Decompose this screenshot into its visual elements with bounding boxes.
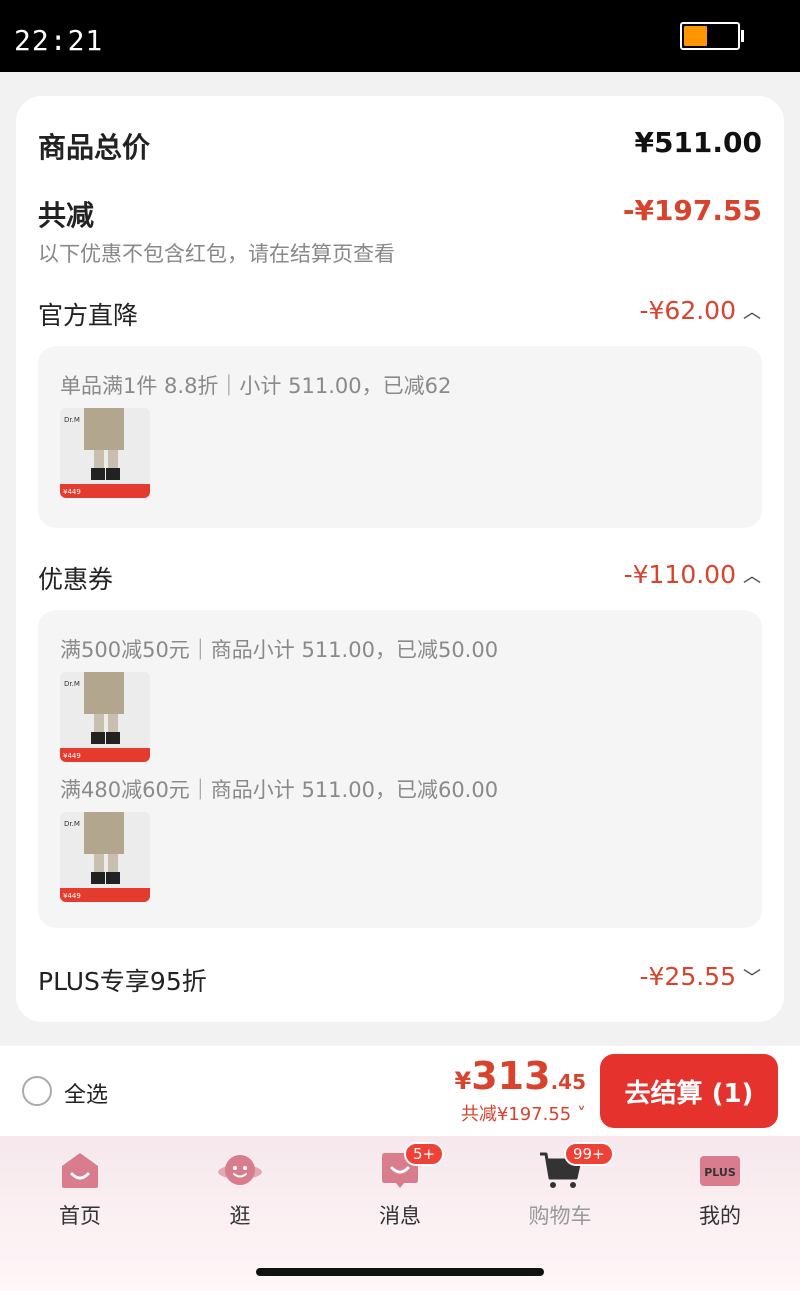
chevron-down-icon: ˅: [571, 1104, 586, 1125]
battery-cap: [741, 30, 744, 42]
total-reduce-label: 共减: [38, 199, 95, 232]
product-image: Dr.M ¥449: [60, 812, 150, 902]
plus-discount-toggle[interactable]: -¥25.55 ﹀: [640, 962, 763, 991]
discount-note: 以下优惠不包含红包，请在结算页查看: [38, 242, 395, 266]
total-reduce-value: -¥197.55: [622, 194, 762, 227]
saved-amount-toggle[interactable]: 共减¥197.55 ˅: [461, 1100, 586, 1126]
coupon-panel: 满500减50元｜商品小计 511.00，已减50.00 Dr.M ¥449 满…: [38, 610, 762, 928]
home-icon: [58, 1150, 102, 1190]
coupon-detail-1: 满500减50元｜商品小计 511.00，已减50.00: [60, 638, 499, 662]
tab-label: 首页: [59, 1204, 101, 1228]
checkout-button[interactable]: 去结算 (1): [600, 1054, 778, 1128]
battery-level: [684, 26, 707, 46]
tab-profile[interactable]: PLUS 我的: [660, 1150, 780, 1230]
total-price-label: 商品总价: [38, 131, 151, 164]
coupon-detail-2: 满480减60元｜商品小计 511.00，已减60.00: [60, 778, 499, 802]
total-price-value: ¥511.00: [634, 126, 762, 159]
tab-explore[interactable]: 逛: [180, 1150, 300, 1230]
coupon-value: -¥110.00: [623, 560, 736, 589]
payable-amount: ¥ 313 .45: [455, 1054, 586, 1098]
chevron-up-icon: ︿: [743, 301, 761, 323]
saved-amount: 共减¥197.55: [460, 1104, 572, 1125]
tab-cart[interactable]: 99+ 购物车: [500, 1142, 620, 1230]
chevron-down-icon: ﹀: [743, 967, 761, 989]
product-thumbnail[interactable]: Dr.M ¥449: [60, 812, 150, 902]
tab-label: 逛: [229, 1204, 251, 1228]
discount-detail-card: 商品总价 ¥511.00 共减 -¥197.55 以下优惠不包含红包，请在结算页…: [16, 96, 784, 1022]
select-all-label[interactable]: 全选: [64, 1077, 108, 1109]
product-thumbnail[interactable]: Dr.M ¥449: [60, 408, 150, 498]
official-reduce-detail: 单品满1件 8.8折｜小计 511.00，已减62: [60, 374, 452, 398]
chevron-up-icon: ︿: [743, 565, 761, 587]
tab-label: 消息: [379, 1204, 421, 1228]
amount-decimal: .45: [550, 1070, 586, 1094]
message-icon: 5+: [378, 1142, 445, 1190]
tab-label: 购物车: [528, 1204, 592, 1228]
thumb-price: ¥449: [63, 892, 81, 900]
plus-icon-text: PLUS: [704, 1166, 736, 1179]
official-reduce-label: 官方直降: [38, 301, 139, 330]
official-reduce-panel: 单品满1件 8.8折｜小计 511.00，已减62 Dr.M ¥449: [38, 346, 762, 528]
tab-home[interactable]: 首页: [20, 1150, 140, 1230]
tab-label: 我的: [699, 1204, 741, 1228]
product-image: Dr.M ¥449: [60, 672, 150, 762]
plus-discount-value: -¥25.55: [639, 962, 737, 991]
amount-integer: 313: [471, 1054, 551, 1098]
official-reduce-value: -¥62.00: [639, 296, 737, 325]
status-time: 22:21: [14, 24, 104, 57]
svg-text:Dr.M: Dr.M: [64, 820, 80, 828]
official-reduce-toggle[interactable]: -¥62.00 ︿: [640, 296, 763, 325]
tab-messages[interactable]: 5+ 消息: [340, 1142, 460, 1230]
select-all-radio[interactable]: [22, 1076, 52, 1106]
home-indicator: [256, 1268, 544, 1276]
currency-symbol: ¥: [454, 1067, 472, 1095]
coupon-label: 优惠券: [38, 565, 114, 594]
thumb-price: ¥449: [63, 488, 81, 496]
coupon-toggle[interactable]: -¥110.00 ︿: [624, 560, 762, 589]
checkout-bar: 全选 ¥ 313 .45 共减¥197.55 ˅ 去结算 (1): [0, 1046, 800, 1136]
thumb-price: ¥449: [63, 752, 81, 760]
cart-icon: 99+: [538, 1142, 614, 1190]
product-thumbnail[interactable]: Dr.M ¥449: [60, 672, 150, 762]
svg-text:Dr.M: Dr.M: [64, 416, 80, 424]
planet-icon: [218, 1150, 262, 1190]
product-image: Dr.M ¥449: [60, 408, 150, 498]
cart-badge: 99+: [564, 1142, 614, 1166]
plus-discount-label: PLUS专享95折: [38, 967, 207, 996]
plus-icon: PLUS: [698, 1150, 742, 1190]
status-bar: 22:21: [0, 0, 800, 72]
battery-icon: [680, 22, 740, 50]
svg-text:Dr.M: Dr.M: [64, 680, 80, 688]
messages-badge: 5+: [404, 1142, 445, 1166]
